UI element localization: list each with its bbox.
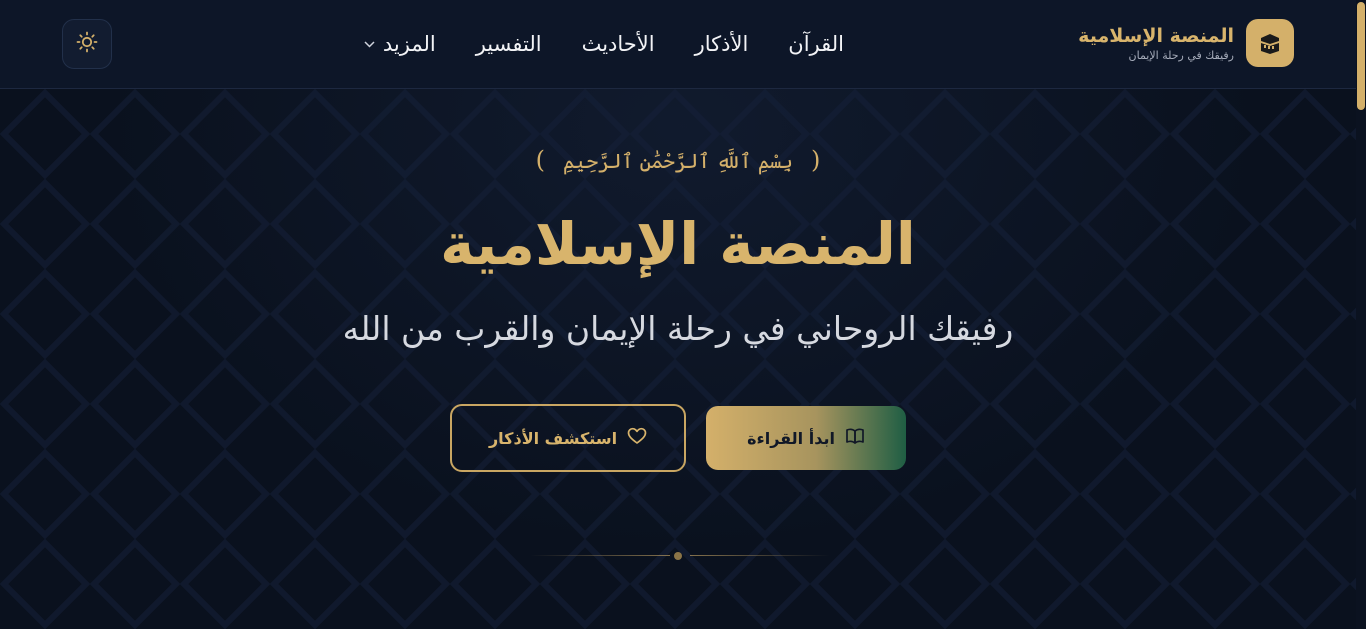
page-scrollbar[interactable] — [1356, 0, 1366, 629]
divider-line — [690, 555, 830, 556]
nav-item-adhkar[interactable]: الأذكار — [695, 32, 749, 56]
top-header: المنصة الإسلامية رفيقك في رحلة الإيمان ا… — [0, 0, 1356, 89]
theme-toggle-button[interactable] — [62, 19, 112, 69]
nav-label: الأحاديث — [581, 32, 655, 56]
explore-adhkar-label: استكشف الأذكار — [488, 428, 618, 448]
brand-subtitle: رفيقك في رحلة الإيمان — [1128, 48, 1234, 62]
page: المنصة الإسلامية رفيقك في رحلة الإيمان ا… — [0, 0, 1366, 629]
hero-actions: ابدأ القراءة استكشف الأذكار — [450, 404, 906, 472]
nav-item-more[interactable]: المزيد — [364, 32, 436, 56]
main-nav: القرآن الأذكار الأحاديث التفسير المزيد — [364, 26, 844, 62]
sun-icon — [75, 30, 99, 58]
brand[interactable]: المنصة الإسلامية رفيقك في رحلة الإيمان — [1078, 18, 1294, 68]
nav-label: الأذكار — [694, 32, 749, 56]
bismillah-text: بِسْمِ ٱللَّهِ ٱلرَّحْمَٰنِ ٱلرَّحِيمِ — [562, 149, 793, 173]
hero-subtitle: رفيقك الروحاني في رحلة الإيمان والقرب من… — [342, 309, 1014, 348]
ornamental-divider — [530, 549, 830, 563]
bismillah: ( بِسْمِ ٱللَّهِ ٱلرَّحْمَٰنِ ٱلرَّحِيمِ) — [0, 146, 1356, 174]
hero-title: المنصة الإسلامية — [440, 210, 916, 278]
ornament-paren-right: ( — [811, 146, 821, 174]
brand-title: المنصة الإسلامية — [1078, 24, 1234, 47]
ornament-paren-left: ) — [535, 146, 545, 174]
nav-label: التفسير — [475, 32, 542, 56]
start-reading-label: ابدأ القراءة — [747, 428, 835, 448]
nav-item-quran[interactable]: القرآن — [788, 32, 844, 56]
heart-icon — [627, 427, 647, 449]
divider-line — [530, 555, 670, 556]
start-reading-button[interactable]: ابدأ القراءة — [706, 406, 906, 470]
kaaba-icon — [1246, 19, 1294, 67]
book-open-icon — [845, 427, 865, 449]
divider-dot — [674, 552, 682, 560]
brand-text: المنصة الإسلامية رفيقك في رحلة الإيمان — [1078, 24, 1234, 63]
nav-label: المزيد — [382, 32, 436, 56]
scrollbar-thumb[interactable] — [1357, 2, 1365, 110]
chevron-down-icon — [364, 37, 375, 51]
nav-label: القرآن — [788, 32, 844, 56]
nav-item-hadith[interactable]: الأحاديث — [582, 32, 655, 56]
explore-adhkar-button[interactable]: استكشف الأذكار — [450, 404, 686, 472]
nav-item-tafsir[interactable]: التفسير — [476, 32, 542, 56]
